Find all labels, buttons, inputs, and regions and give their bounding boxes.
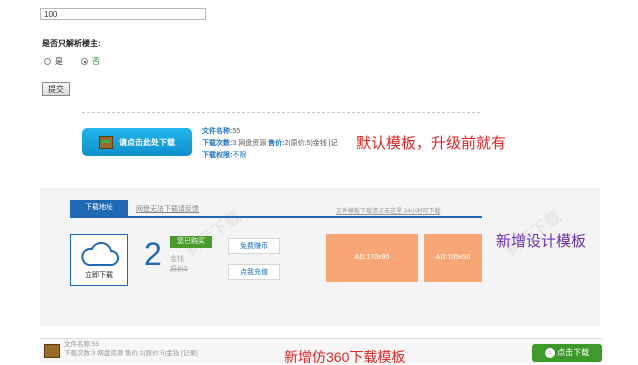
parse-owner-label: 是否只解析楼主: [42,39,101,48]
cloud-download-label: 立即下载 [85,272,113,279]
default-download-label: 请点击此处下载 [119,137,175,147]
radio-no[interactable] [81,58,88,65]
divider [82,112,480,113]
permission-value: 不限 [232,152,247,159]
download-icon: ↓ [544,347,555,358]
permission-label: 下载权限: [202,152,233,159]
template-link[interactable]: 文件模板下载请点击这里 24小时可下载 [336,206,440,215]
downloads-value: 3 [232,140,237,147]
archive-icon [44,344,60,358]
file-name-value: 55 [232,128,241,135]
ad-slot-2[interactable]: AD:105x90 [424,234,482,282]
price-value: 2(原价:5)金钱 [记 [284,140,338,147]
file-name-label: 文件名称: [202,128,233,135]
bottom-file-name: 文件名称:55 [64,341,100,348]
archive-icon [99,135,113,149]
recharge-button[interactable]: 点我充值 [228,264,280,280]
number-input[interactable]: 100 [40,8,206,20]
ad-slot-1[interactable]: AD:170x90 [326,234,418,282]
coin-label: 金钱 [170,256,184,263]
submit-button[interactable]: 提交 [42,82,70,96]
default-template-note: 默认模板，升级前就有 [356,135,507,152]
bottom-download-button[interactable]: ↓ 点击下载 [532,344,602,362]
default-download-button[interactable]: 请点击此处下载 [82,128,192,156]
original-price-label: 原价5 [170,266,188,273]
radio-yes-label: 是 [55,57,63,66]
cloud-icon [81,241,119,266]
tab-download-address[interactable]: 下载地址 [70,200,128,216]
parse-owner-options: 是 否 [44,56,100,67]
new-template-note: 新增设计模板 [496,233,587,250]
bottom-file-meta: 下载次数:3 网盘资源 售价:2(原价:5)金钱 [记录] [64,350,198,357]
downloads-label: 下载次数: [202,140,233,147]
radio-no-label: 否 [92,57,100,66]
price-label: 售价: [268,140,285,147]
bottom-file-info: 文件名称:55 下载次数:3 网盘资源 售价:2(原价:5)金钱 [记录] [64,340,198,358]
default-file-info: 文件名称:55 下载次数:3 网盘资源 售价:2(原价:5)金钱 [记 下载权限… [202,126,338,162]
source-value: 网盘资源 [238,140,267,147]
purchased-badge: 您已购买 [170,236,212,248]
download-count: 2 [144,236,162,272]
bottom-download-label: 点击下载 [557,348,590,357]
radio-yes[interactable] [44,58,51,65]
tab-feedback[interactable]: 网盘无法下载请反馈 [136,204,199,214]
free-earn-button[interactable]: 免费赚币 [228,238,280,254]
